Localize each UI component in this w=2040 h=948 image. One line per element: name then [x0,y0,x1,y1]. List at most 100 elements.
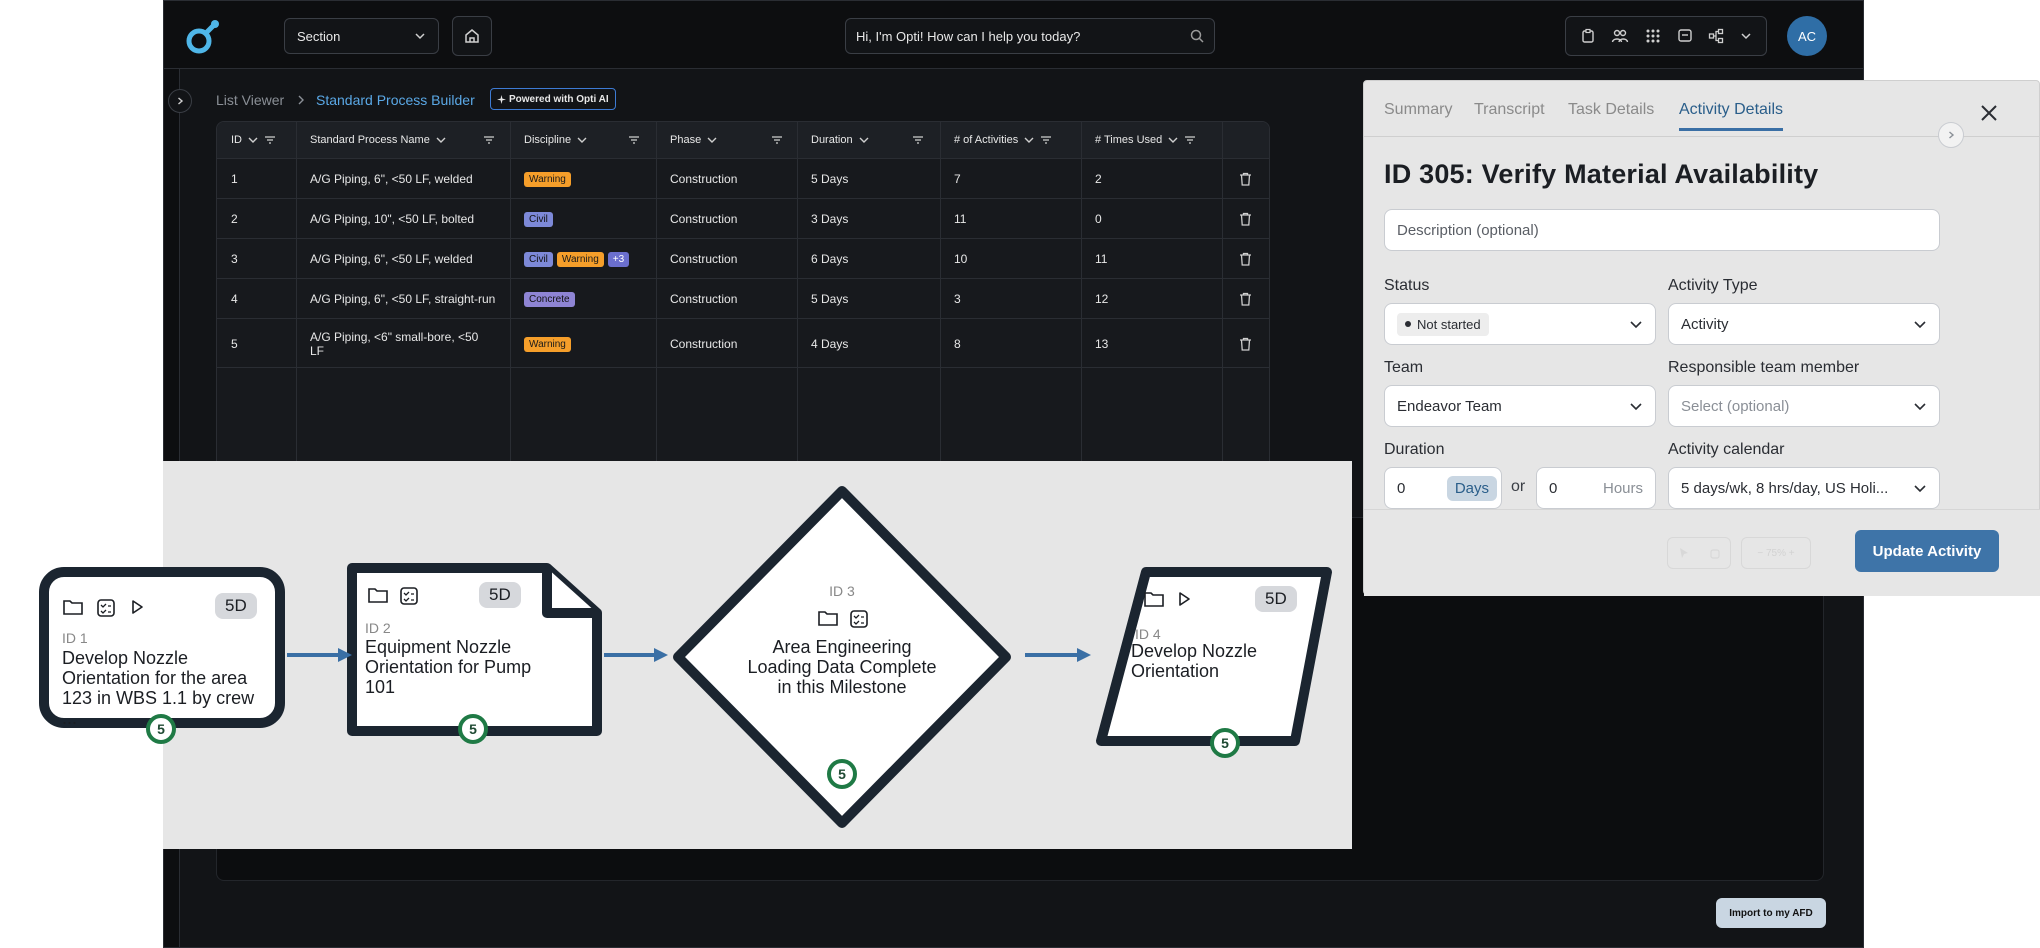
tab-transcript[interactable]: Transcript [1474,101,1545,131]
section-dropdown[interactable]: Section [284,18,439,54]
node-4-count-badge: 5 [1210,728,1240,758]
team-dropdown[interactable]: Endeavor Team [1384,385,1656,427]
row-times-used: 11 [1095,252,1108,266]
column-header-times-used[interactable]: # Times Used [1095,122,1196,158]
calendar-dropdown[interactable]: 5 days/wk, 8 hrs/day, US Holi... [1668,467,1940,509]
row-phase: Construction [670,172,738,186]
duration-days-input[interactable]: 0 Days [1384,467,1502,509]
hand-icon[interactable] [1709,547,1721,559]
status-badge: Not started [1397,312,1489,336]
team-icon[interactable] [1611,28,1629,44]
column-header-duration[interactable]: Duration [811,122,869,158]
chevron-down-icon [414,30,426,42]
node-4-icons [1143,590,1193,608]
node-4-title[interactable]: Develop Nozzle Orientation [1131,641,1281,681]
row-activities: 7 [954,172,961,186]
table-header: ID Standard Process Name Discipline Phas… [217,122,1269,158]
opti-search-input[interactable]: Hi, I'm Opti! How can I help you today? [845,18,1215,54]
expand-sidebar-button[interactable] [168,89,192,113]
filter-icon[interactable] [483,122,495,158]
column-header-name[interactable]: Standard Process Name [310,122,446,158]
import-button[interactable]: Import to my AFD [1716,898,1826,928]
column-header-id[interactable]: ID [231,122,276,158]
responsible-placeholder: Select (optional) [1681,397,1790,415]
chevron-down-icon [1913,481,1927,495]
chat-icon[interactable] [1677,28,1693,44]
clipboard-icon[interactable] [1580,28,1596,44]
team-label: Team [1384,359,1424,376]
activity-type-label: Activity Type [1668,277,1758,294]
filter-icon[interactable] [771,122,783,158]
home-button[interactable] [452,16,492,56]
duration-label: Duration [1384,441,1445,458]
node-1-id: ID 1 [62,630,88,646]
tab-activity-details[interactable]: Activity Details [1679,101,1784,131]
view-mode-toggle[interactable] [1667,537,1731,569]
chevron-down-icon[interactable] [1740,30,1752,42]
table-row[interactable]: 3 A/G Piping, 6", <50 LF, welded Civil W… [217,238,1269,279]
node-4-duration: 5D [1255,586,1297,612]
breadcrumb-root[interactable]: List Viewer [216,90,284,110]
column-header-discipline[interactable]: Discipline [524,122,587,158]
collapse-panel-button[interactable] [1938,122,1964,148]
discipline-chip: Warning [524,336,571,352]
arrowhead-2-3 [654,648,668,662]
node-2-duration: 5D [479,582,521,608]
table-row[interactable]: 2 A/G Piping, 10", <50 LF, bolted Civil … [217,198,1269,239]
filter-icon[interactable] [628,122,640,158]
row-duration: 3 Days [811,212,849,226]
column-header-phase[interactable]: Phase [670,122,717,158]
activity-title: ID 305: Verify Material Availability [1384,159,1819,189]
folder-icon [1143,590,1165,608]
process-table: ID Standard Process Name Discipline Phas… [216,121,1270,509]
status-dropdown[interactable]: Not started [1384,303,1656,345]
trash-icon[interactable] [1239,319,1252,369]
row-phase: Construction [670,212,738,226]
hierarchy-icon[interactable] [1708,28,1724,44]
or-text: or [1511,478,1526,495]
trash-icon[interactable] [1239,159,1252,199]
trash-icon[interactable] [1239,279,1252,319]
chevron-right-icon [175,96,185,106]
more-disciplines-chip[interactable]: +3 [607,251,630,267]
description-field[interactable]: Description (optional) [1384,209,1940,251]
node-3-id: ID 3 [829,583,855,599]
table-row[interactable]: 5 A/G Piping, <6" small-bore, <50 LF War… [217,318,1269,369]
chevron-down-icon [1913,317,1927,331]
activity-details-panel: Summary Transcript Task Details Activity… [1363,80,2040,596]
update-activity-button[interactable]: Update Activity [1855,530,1999,572]
zoom-control[interactable]: − 75% + [1741,537,1811,569]
filter-icon[interactable] [912,122,924,158]
node-3-title[interactable]: Area Engineering Loading Data Complete i… [742,637,942,697]
user-avatar[interactable]: AC [1787,16,1827,56]
table-row[interactable]: 4 A/G Piping, 6", <50 LF, straight-run C… [217,278,1269,319]
pointer-icon[interactable] [1678,547,1690,559]
node-2-fold [542,568,597,618]
close-icon[interactable] [1976,100,2002,126]
responsible-dropdown[interactable]: Select (optional) [1668,385,1940,427]
row-disciplines: Civil [524,199,557,239]
search-placeholder: Hi, I'm Opti! How can I help you today? [856,28,1081,44]
duration-hours-input[interactable]: 0 Hours [1536,467,1656,509]
row-duration: 4 Days [811,337,849,351]
app-logo-icon[interactable] [182,15,224,57]
trash-icon[interactable] [1239,239,1252,279]
discipline-chip: Warning [524,171,571,187]
chevron-down-icon [1913,399,1927,413]
activity-type-dropdown[interactable]: Activity [1668,303,1940,345]
table-row[interactable]: 1 A/G Piping, 6", <50 LF, welded Warning… [217,158,1269,199]
search-icon [1190,29,1204,43]
section-dropdown-label: Section [297,28,341,44]
trash-icon[interactable] [1239,199,1252,239]
column-header-activities[interactable]: # of Activities [954,122,1052,158]
row-times-used: 2 [1095,172,1102,186]
discipline-chip: Civil [524,211,553,227]
row-activities: 3 [954,292,961,306]
grid-icon[interactable] [1645,28,1661,44]
row-name: A/G Piping, 6", <50 LF, welded [310,172,473,186]
status-label: Status [1384,277,1430,294]
node-2-title[interactable]: Equipment Nozzle Orientation for Pump 10… [365,637,540,697]
tab-summary[interactable]: Summary [1384,101,1452,131]
days-unit: Days [1446,475,1497,501]
tab-task-details[interactable]: Task Details [1568,101,1654,131]
